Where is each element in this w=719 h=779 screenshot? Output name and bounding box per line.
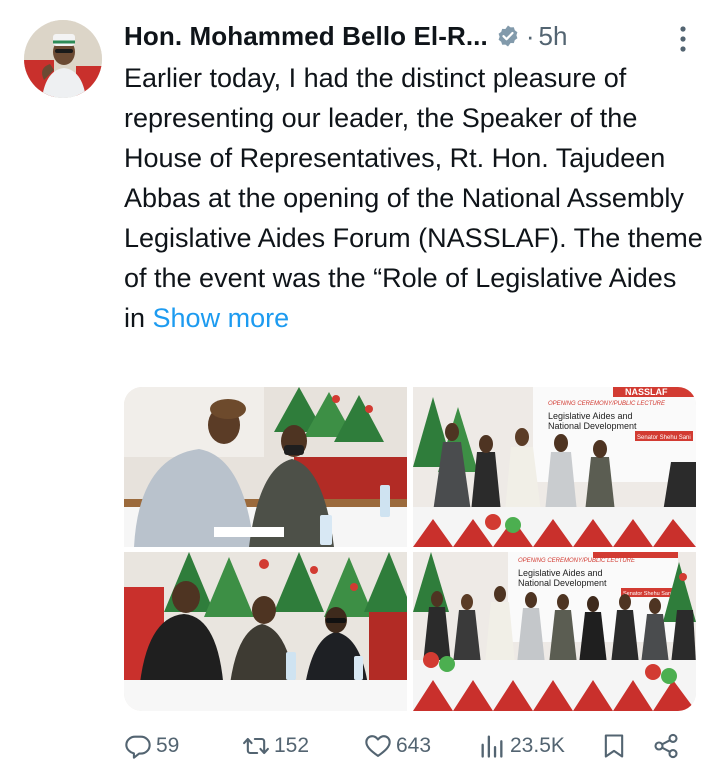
like-button[interactable]: 643 (364, 732, 431, 760)
views-chart-icon (481, 735, 503, 758)
tweet-text-body: Earlier today, I had the distinct pleasu… (124, 63, 703, 333)
show-more-link[interactable]: Show more (153, 303, 290, 333)
media-photo-4[interactable]: OPENING CEREMONY/PUBLIC LECTURE Legislat… (413, 552, 696, 711)
views-button[interactable]: 23.5K (478, 732, 565, 760)
heart-icon (365, 735, 391, 757)
repost-button[interactable]: 152 (242, 732, 309, 760)
media-photo-1[interactable] (124, 387, 407, 547)
media-grid: NASSLAF OPENING CEREMONY/PUBLIC LECTURE … (124, 387, 696, 711)
reply-button[interactable]: 59 (124, 732, 179, 760)
media-photo-3[interactable] (124, 552, 407, 711)
repost-icon (243, 737, 269, 755)
verified-badge-icon (496, 24, 520, 48)
banner-line-1: Legislative Aides and (518, 568, 603, 578)
tweet-timestamp[interactable]: 5h (539, 21, 568, 52)
bookmark-icon (604, 734, 624, 758)
media-photo-2[interactable]: NASSLAF OPENING CEREMONY/PUBLIC LECTURE … (413, 387, 696, 547)
avatar-image (24, 20, 102, 98)
tweet-header: Hon. Mohammed Bello El-R... · 5h (124, 18, 694, 54)
banner-tag: Senator Shehu Sani (623, 591, 672, 597)
header-separator: · (525, 20, 535, 51)
banner-line-1: Legislative Aides and (548, 411, 633, 421)
author-avatar[interactable] (24, 20, 102, 98)
reply-icon (125, 735, 151, 759)
banner-brand: NASSLAF (625, 387, 668, 397)
share-button[interactable] (652, 732, 680, 760)
banner-heading: OPENING CEREMONY/PUBLIC LECTURE (518, 558, 636, 564)
views-count: 23.5K (510, 734, 565, 757)
banner-line-2: National Development (548, 421, 637, 431)
tweet-text: Earlier today, I had the distinct pleasu… (124, 58, 704, 338)
more-options-icon[interactable] (677, 24, 689, 54)
like-count: 643 (396, 734, 432, 757)
banner-line-2: National Development (518, 578, 607, 588)
author-name[interactable]: Hon. Mohammed Bello El-R... (124, 21, 488, 52)
tweet-actions: 59 152 643 23.5K (124, 726, 696, 766)
banner-tag: Senator Shehu Sani (637, 435, 691, 441)
reply-count: 59 (156, 734, 180, 757)
repost-count: 152 (274, 734, 310, 757)
share-icon (654, 733, 678, 759)
bookmark-button[interactable] (600, 732, 628, 760)
banner-heading: OPENING CEREMONY/PUBLIC LECTURE (548, 401, 666, 407)
